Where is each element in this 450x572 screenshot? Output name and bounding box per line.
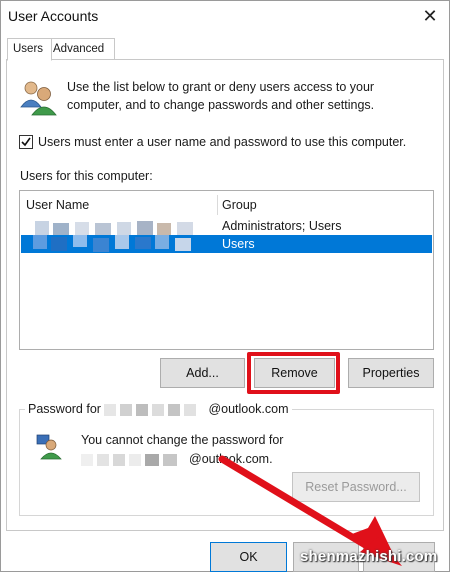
watermark: shenmazhishi.com [300,548,438,565]
red-arrow-annotation [218,455,402,566]
tab-users[interactable]: Users [7,38,52,61]
